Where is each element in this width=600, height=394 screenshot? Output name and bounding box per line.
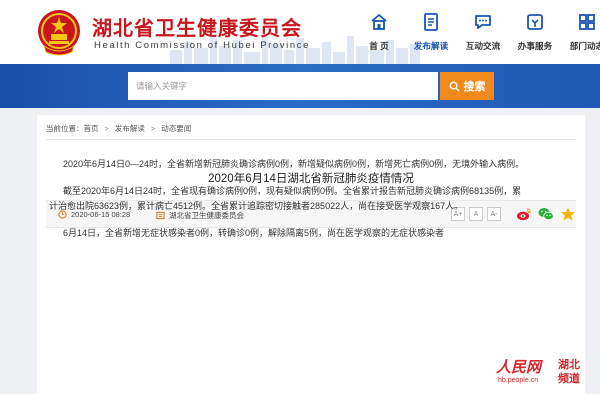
nav-item-release[interactable]: 发布解读	[406, 8, 456, 58]
article-paragraph: 6月14日，全省新增无症状感染者0例，转确诊0例，解除隔离5例，尚在医学观察的无…	[49, 226, 529, 241]
wechat-icon[interactable]	[538, 206, 554, 222]
breadcrumb-prefix: 当前位置：	[46, 124, 84, 133]
favorite-icon[interactable]	[560, 206, 576, 222]
service-icon	[527, 14, 543, 30]
site-title: 湖北省卫生健康委员会	[92, 16, 302, 40]
breadcrumb: 当前位置： 首页 > 发布解读 > 动态要闻	[46, 123, 191, 134]
nav-label: 办事服务	[517, 41, 553, 51]
breadcrumb-divider	[46, 139, 576, 140]
national-emblem-logo	[38, 10, 80, 56]
grid-icon	[579, 14, 595, 30]
article-paragraph: 截至2020年6月14日24时，全省现有确诊病例0例，现有疑似病例0例。全省累计…	[49, 184, 529, 214]
article-paragraph: 2020年6月14日0—24时，全省新增新冠肺炎确诊病例0例，新增疑似病例0例，…	[49, 157, 529, 172]
site-subtitle: Health Commission of Hubei Province	[94, 40, 310, 51]
search-icon	[449, 81, 460, 92]
main-nav: 首 页 发布解读 互动交流 办事服务 部门动态	[354, 8, 600, 58]
breadcrumb-home[interactable]: 首页	[84, 123, 99, 134]
paragraph-text: 2020年6月14日0—24时，全省新增新冠肺炎确诊病例0例，新增疑似病例0例，…	[63, 159, 525, 169]
paragraph-text: 截至2020年6月14日24时，全省现有确诊病例0例，现有疑似病例0例。全省累计…	[49, 186, 522, 211]
nav-item-services[interactable]: 办事服务	[510, 8, 560, 58]
search-button[interactable]: 搜索	[440, 72, 494, 100]
paragraph-text: 6月14日，全省新增无症状感染者0例，转确诊0例，解除隔离5例，尚在医学观察的无…	[63, 228, 445, 238]
breadcrumb-separator: >	[104, 124, 109, 133]
watermark-url: hb.people.cn	[498, 377, 539, 384]
search-input[interactable]: 请输入关键字	[128, 72, 438, 100]
document-icon	[424, 13, 438, 31]
chat-icon	[475, 15, 491, 29]
watermark-channel: 频道	[558, 372, 580, 385]
watermark-brand: 人民网	[496, 358, 542, 376]
breadcrumb-news[interactable]: 动态要闻	[161, 123, 191, 134]
nav-label: 首 页	[369, 41, 389, 51]
nav-label: 互动交流	[465, 41, 501, 51]
search-band: 请输入关键字 搜索	[0, 64, 600, 108]
nav-item-department[interactable]: 部门动态	[562, 8, 600, 58]
search-button-label: 搜索	[463, 81, 486, 93]
breadcrumb-separator: >	[150, 124, 156, 133]
nav-label: 部门动态	[569, 41, 600, 51]
breadcrumb-release[interactable]: 发布解读	[115, 123, 145, 134]
nav-item-interaction[interactable]: 互动交流	[458, 8, 508, 58]
nav-label: 发布解读	[413, 41, 449, 51]
home-icon	[371, 13, 387, 30]
nav-item-home[interactable]: 首 页	[354, 8, 404, 58]
people-cn-watermark: 人民网 湖北 频道 hb.people.cn	[490, 356, 600, 394]
article-body: 2020年6月14日0—24时，全省新增新冠肺炎确诊病例0例，新增疑似病例0例，…	[49, 157, 529, 253]
site-header: 湖北省卫生健康委员会 Health Commission of Hubei Pr…	[0, 0, 600, 64]
